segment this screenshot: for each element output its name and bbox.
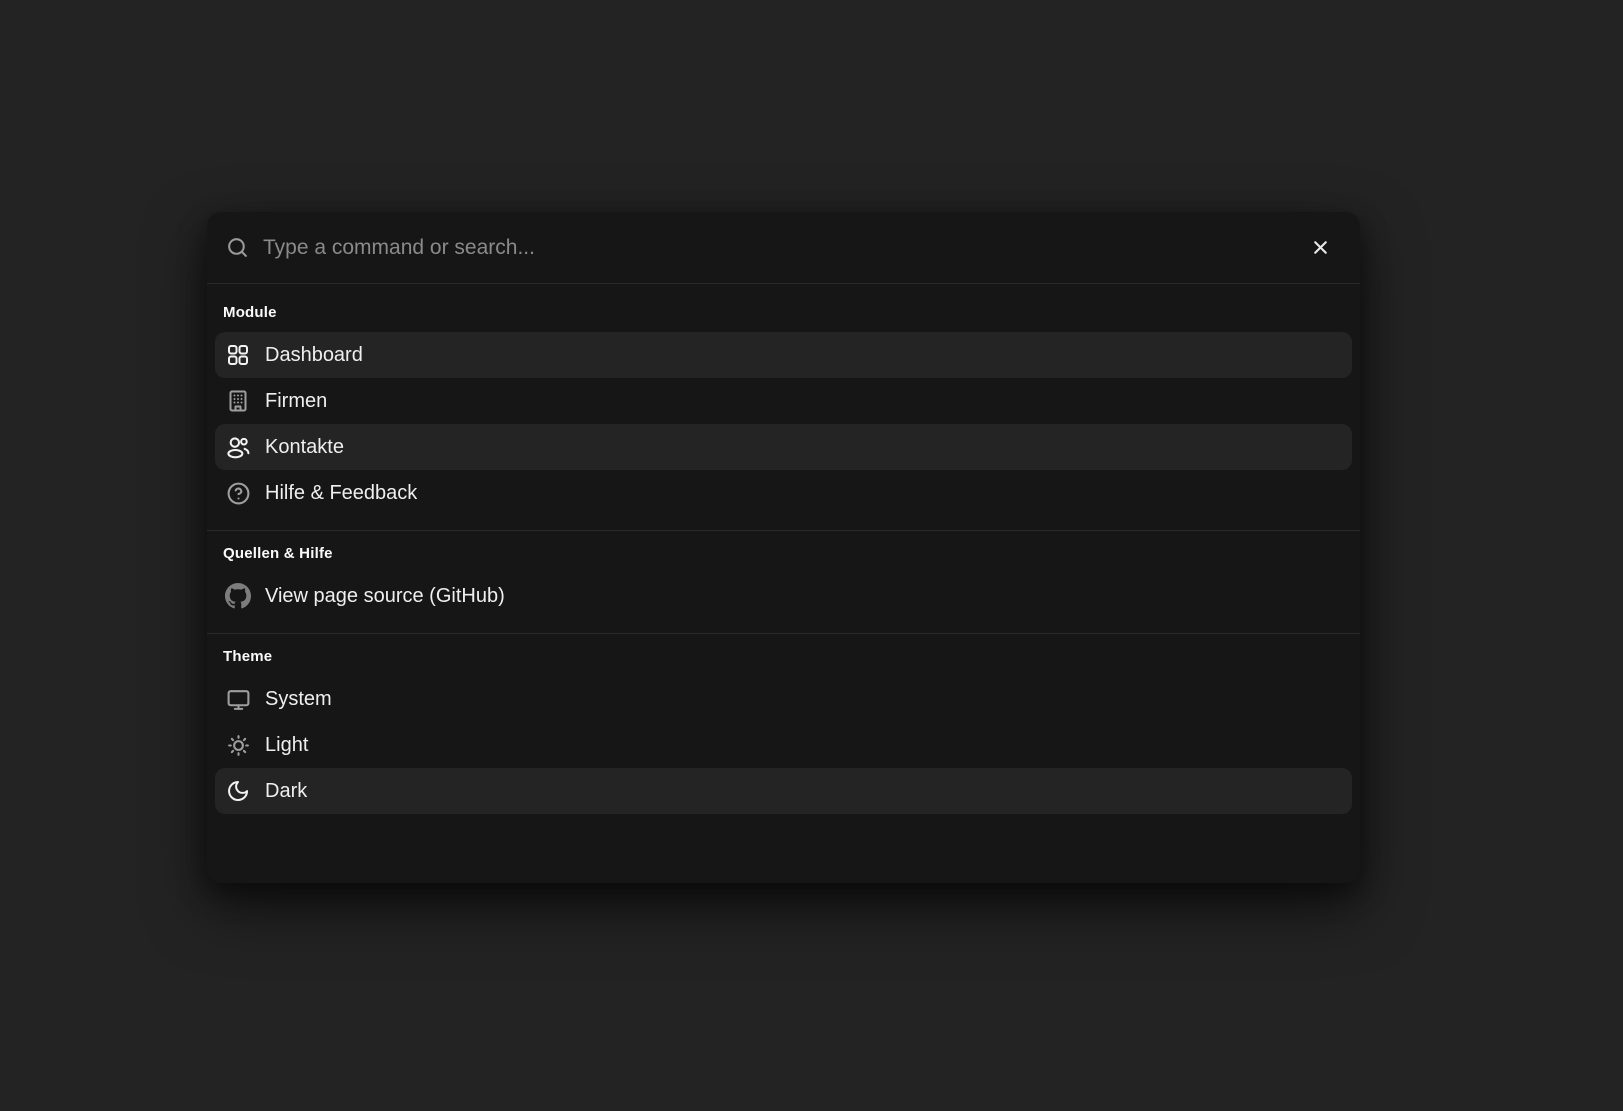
sun-icon [225,732,251,758]
dashboard-grid-icon [225,342,251,368]
menu-item-firmen[interactable]: Firmen [215,378,1352,424]
moon-icon [225,778,251,804]
command-group-quellen-hilfe: Quellen & Hilfe View page source (GitHub) [207,530,1360,619]
menu-item-label: Hilfe & Feedback [265,482,417,505]
close-button[interactable] [1307,234,1334,261]
group-heading: Quellen & Hilfe [215,531,1352,573]
x-icon [1309,236,1332,259]
menu-item-system[interactable]: System [215,676,1352,722]
menu-item-dark[interactable]: Dark [215,768,1352,814]
menu-item-label: Dashboard [265,344,363,367]
menu-item-hilfe-feedback[interactable]: Hilfe & Feedback [215,470,1352,516]
command-search-input[interactable] [263,236,1294,260]
menu-item-kontakte[interactable]: Kontakte [215,424,1352,470]
command-palette-dialog: Module Dashboard Firmen Kontakte Hilfe & Fee… [207,212,1360,883]
building-icon [225,388,251,414]
command-group-module: Module Dashboard Firmen Kontakte Hilfe & Fee… [207,290,1360,516]
menu-item-label: Kontakte [265,436,344,459]
menu-item-view-page-source-github[interactable]: View page source (GitHub) [215,573,1352,619]
users-icon [225,434,251,460]
group-heading: Module [215,290,1352,332]
menu-item-label: Dark [265,780,307,803]
menu-item-light[interactable]: Light [215,722,1352,768]
menu-item-label: Firmen [265,390,327,413]
menu-item-label: View page source (GitHub) [265,585,505,608]
github-icon [225,583,251,609]
monitor-icon [225,686,251,712]
menu-item-label: Light [265,734,308,757]
group-heading: Theme [215,634,1352,676]
page-background: { "dialog": { "search": { "placeholder":… [0,0,1623,1111]
menu-item-label: System [265,688,332,711]
menu-item-dashboard[interactable]: Dashboard [215,332,1352,378]
command-group-theme: Theme System Light Dark [207,633,1360,814]
help-circle-icon [225,480,251,506]
search-bar [207,212,1360,284]
search-icon [225,235,250,260]
command-list: Module Dashboard Firmen Kontakte Hilfe & Fee… [207,284,1360,883]
